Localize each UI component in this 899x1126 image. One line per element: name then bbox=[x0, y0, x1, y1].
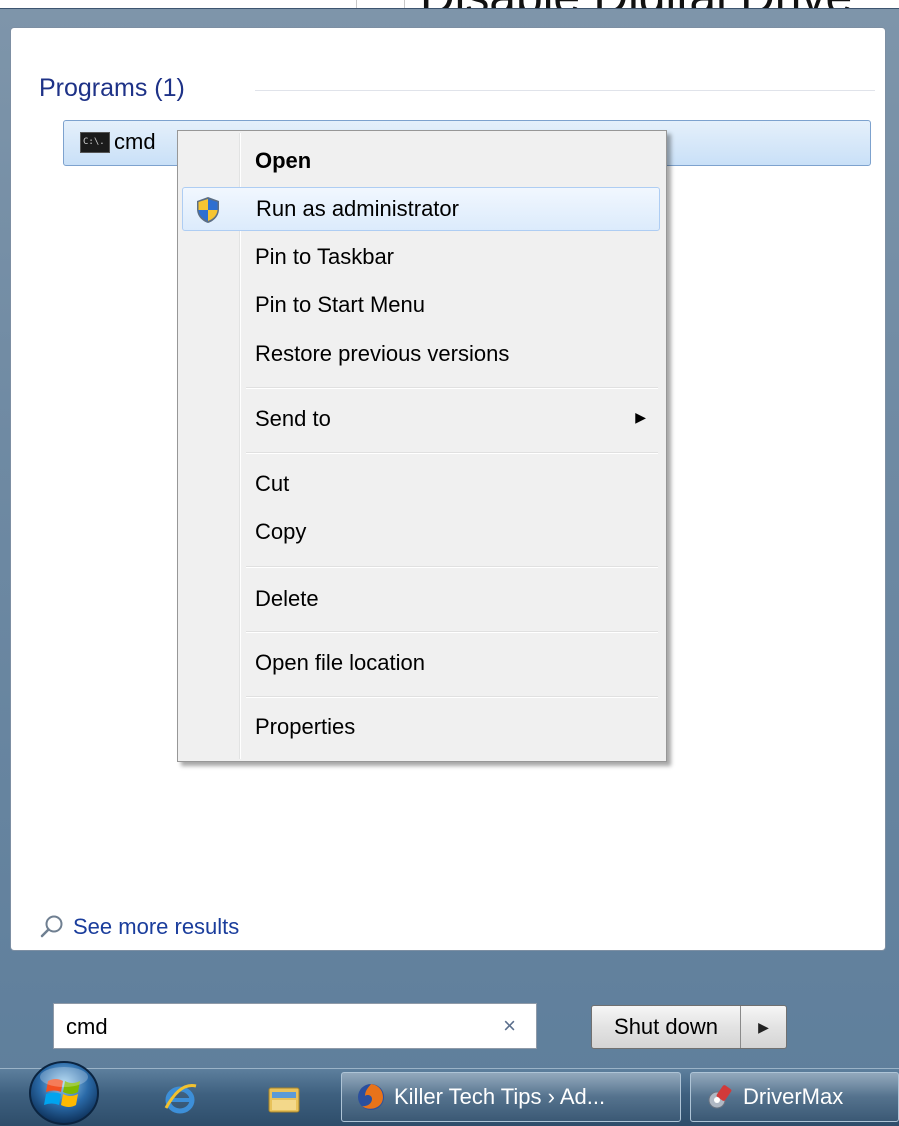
firefox-icon bbox=[358, 1084, 384, 1110]
taskbar-item-drivermax[interactable]: DriverMax bbox=[690, 1072, 899, 1122]
menu-separator bbox=[246, 696, 658, 698]
menu-item-run-as-administrator[interactable]: Run as administrator bbox=[182, 187, 660, 231]
internet-explorer-icon[interactable] bbox=[160, 1078, 200, 1118]
submenu-arrow-icon: ▶ bbox=[635, 409, 646, 425]
uac-shield-icon bbox=[197, 197, 219, 223]
shutdown-button[interactable]: Shut down bbox=[592, 1006, 741, 1048]
menu-item-cut[interactable]: Cut bbox=[182, 462, 660, 506]
menu-item-pin-to-start-menu[interactable]: Pin to Start Menu bbox=[182, 283, 660, 327]
cmd-icon: C:\. bbox=[80, 132, 110, 153]
taskbar-item-label: DriverMax bbox=[743, 1084, 844, 1109]
menu-item-restore-previous-versions[interactable]: Restore previous versions bbox=[182, 332, 660, 376]
menu-item-pin-to-taskbar[interactable]: Pin to Taskbar bbox=[182, 235, 660, 279]
shutdown-options-arrow[interactable]: ▶ bbox=[741, 1006, 786, 1048]
menu-separator bbox=[246, 387, 658, 389]
taskbar-item-label: Killer Tech Tips › Ad... bbox=[394, 1084, 606, 1109]
menu-item-properties[interactable]: Properties bbox=[182, 705, 660, 749]
search-icon bbox=[40, 915, 63, 938]
search-input[interactable] bbox=[64, 1012, 488, 1042]
menu-item-send-to[interactable]: Send to ▶ bbox=[182, 397, 660, 441]
shutdown-button-group: Shut down ▶ bbox=[591, 1005, 787, 1049]
menu-item-open-file-location[interactable]: Open file location bbox=[182, 641, 660, 685]
menu-separator bbox=[246, 631, 658, 633]
search-field[interactable]: × bbox=[53, 1003, 537, 1049]
windows-explorer-icon[interactable] bbox=[264, 1078, 304, 1118]
menu-item-label: Run as administrator bbox=[256, 196, 459, 221]
menu-separator bbox=[246, 452, 658, 454]
drivermax-icon bbox=[708, 1085, 732, 1109]
context-menu: Open Run as administrator Pin to Taskbar… bbox=[177, 130, 667, 762]
menu-separator bbox=[246, 566, 658, 568]
menu-item-label: Send to bbox=[255, 406, 331, 431]
menu-item-open[interactable]: Open bbox=[182, 139, 660, 183]
program-label: cmd bbox=[114, 129, 156, 154]
see-more-label: See more results bbox=[73, 914, 240, 939]
clear-search-icon[interactable]: × bbox=[503, 1013, 516, 1039]
section-divider bbox=[255, 90, 875, 91]
menu-item-copy[interactable]: Copy bbox=[182, 510, 660, 554]
menu-item-delete[interactable]: Delete bbox=[182, 577, 660, 621]
see-more-results-link[interactable]: See more results bbox=[39, 912, 239, 942]
programs-section-header: Programs (1) bbox=[39, 74, 185, 102]
taskbar-item-firefox[interactable]: Killer Tech Tips › Ad... bbox=[341, 1072, 681, 1122]
windows-orb-icon[interactable] bbox=[26, 1059, 102, 1125]
